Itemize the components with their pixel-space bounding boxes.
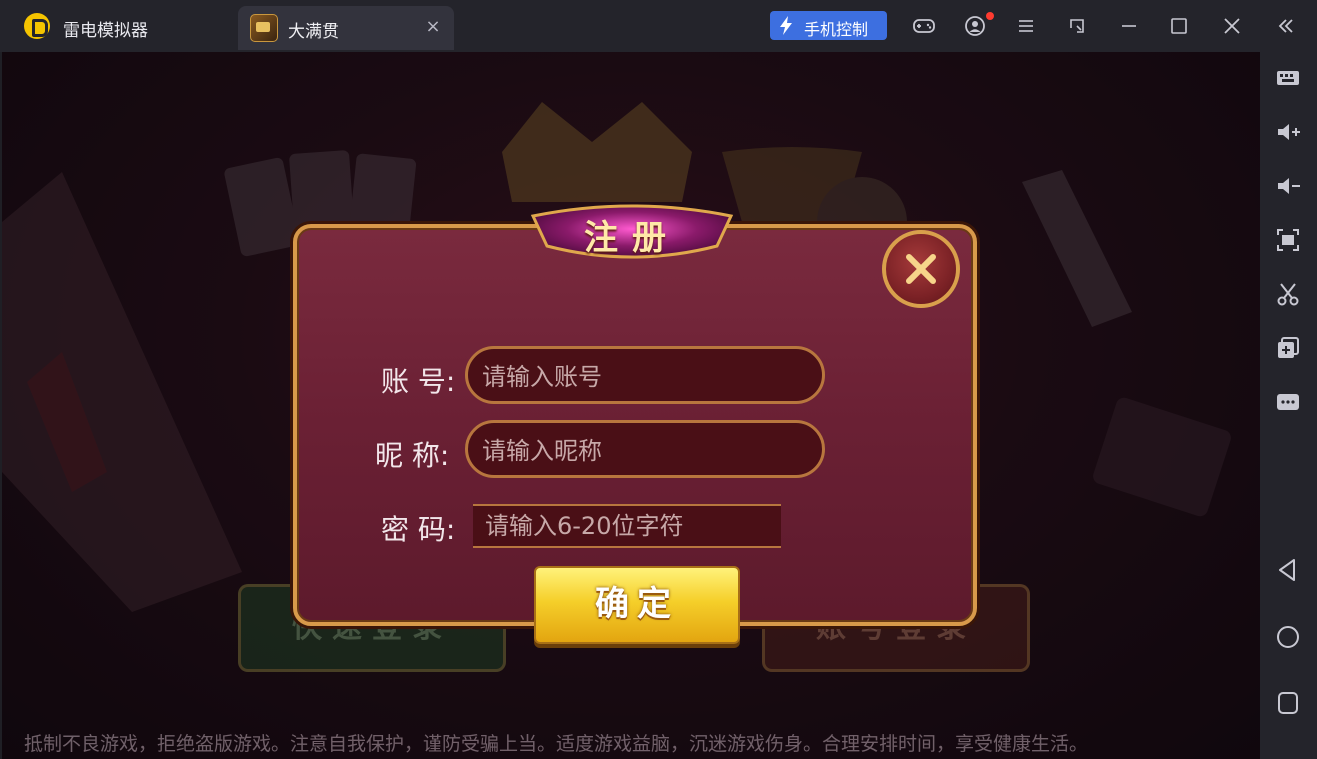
notification-dot (986, 12, 994, 20)
dialog-close-button[interactable] (882, 230, 960, 308)
tab-game[interactable]: 大满贯 × (238, 6, 454, 50)
close-icon (906, 254, 936, 284)
screenshot-icon[interactable] (1274, 226, 1302, 254)
app-title: 雷电模拟器 (63, 21, 148, 41)
collapse-sidebar-icon[interactable] (1274, 14, 1298, 38)
phone-control-button[interactable]: 手机控制 (770, 11, 887, 40)
nickname-label: 昵 称: (375, 439, 450, 472)
lightning-icon (780, 16, 792, 35)
nickname-input[interactable] (480, 435, 804, 467)
menu-icon[interactable] (1014, 14, 1038, 38)
home-icon[interactable] (1274, 623, 1302, 651)
title-bar: 雷电模拟器 大满贯 × 手机控制 (0, 0, 1317, 52)
nickname-field-frame (465, 420, 825, 478)
more-icon[interactable] (1274, 388, 1302, 416)
back-icon[interactable] (1274, 556, 1302, 584)
account-input[interactable] (480, 361, 804, 393)
account-label: 账 号: (381, 365, 456, 398)
confirm-button[interactable]: 确定 (534, 566, 740, 644)
add-window-icon[interactable] (1274, 334, 1302, 362)
maximize-icon[interactable] (1167, 14, 1191, 38)
game-viewport[interactable]: 快速登录 账号登录 抵制不良游戏，拒绝盗版游戏。注意自我保护，谨防受骗上当。适度… (2, 52, 1260, 759)
restore-window-icon[interactable] (1065, 14, 1089, 38)
dialog-title: 注册 (584, 218, 680, 258)
register-dialog: 注册 账 号: 昵 称: 密 码: 确定 (293, 204, 977, 644)
tab-label: 大满贯 (288, 22, 339, 42)
phone-control-label: 手机控制 (804, 20, 869, 39)
password-label: 密 码: (381, 513, 456, 546)
tab-close-icon[interactable]: × (422, 16, 444, 38)
account-icon[interactable] (963, 14, 987, 38)
minimize-icon[interactable] (1117, 14, 1141, 38)
account-field-frame (465, 346, 825, 404)
password-field-frame (473, 504, 787, 548)
keyboard-icon[interactable] (1274, 64, 1302, 92)
recents-icon[interactable] (1274, 689, 1302, 717)
emulator-sidebar (1260, 52, 1317, 759)
ldplayer-logo-icon (24, 13, 50, 39)
health-notice: 抵制不良游戏，拒绝盗版游戏。注意自我保护，谨防受骗上当。适度游戏益脑，沉迷游戏伤… (24, 733, 1089, 755)
dialog-title-plate: 注册 (527, 202, 737, 264)
close-window-icon[interactable] (1220, 14, 1244, 38)
game-app-icon (250, 14, 278, 42)
password-input[interactable] (483, 510, 787, 542)
volume-up-icon[interactable] (1274, 118, 1302, 146)
volume-down-icon[interactable] (1274, 172, 1302, 200)
gamepad-icon[interactable] (912, 14, 936, 38)
scissors-icon[interactable] (1274, 280, 1302, 308)
